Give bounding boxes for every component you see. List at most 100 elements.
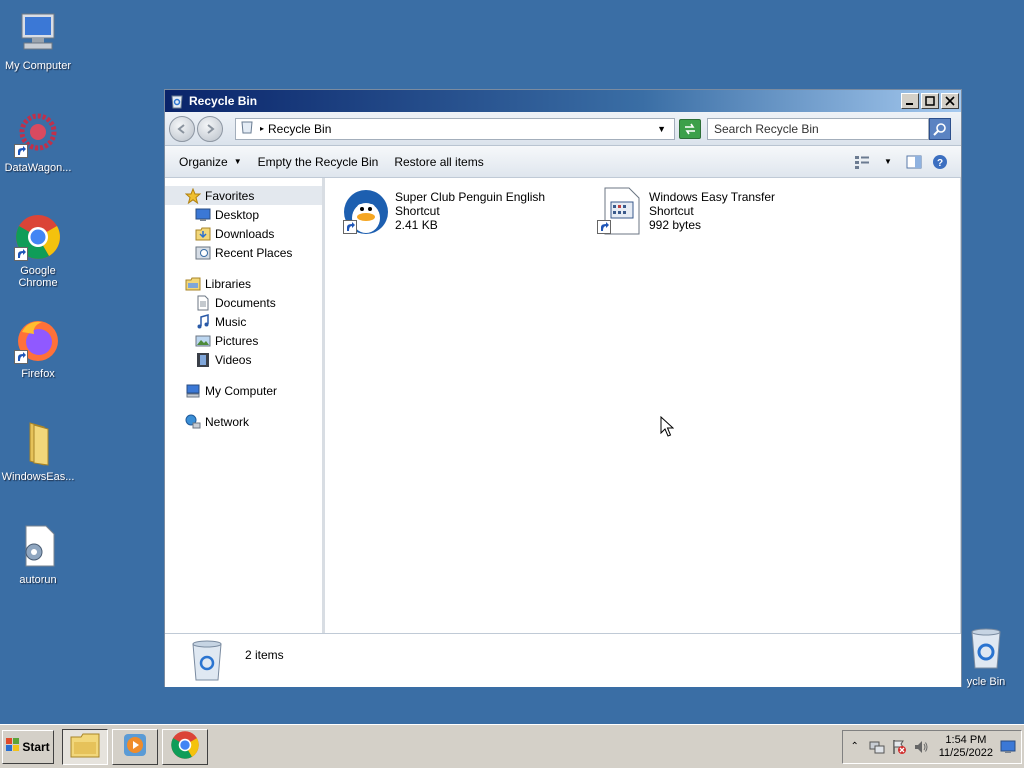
shortcut-arrow-icon	[14, 144, 28, 158]
folder-icon	[70, 732, 100, 761]
item-count: 2 items	[245, 648, 284, 662]
nav-item-label: Recent Places	[215, 245, 293, 260]
search-placeholder: Search Recycle Bin	[714, 121, 819, 136]
help-icon[interactable]: ?	[931, 153, 949, 171]
nav-network-label: Network	[205, 414, 250, 429]
start-button[interactable]: Start	[2, 729, 54, 764]
desktop-icon-label: My Computer	[4, 60, 72, 72]
star-icon	[184, 187, 202, 204]
desktop-icon-label: Firefox	[21, 368, 55, 380]
desktop-icon-my-computer[interactable]: My Computer	[0, 8, 76, 72]
chevron-down-icon[interactable]: ▼	[657, 124, 666, 134]
nav-item-pictures[interactable]: Pictures	[165, 331, 322, 350]
search-button[interactable]	[929, 117, 951, 140]
empty-recycle-bin-button[interactable]: Empty the Recycle Bin	[250, 151, 387, 173]
address-field[interactable]: ▸ Recycle Bin ▼	[235, 117, 675, 140]
restore-all-items-button[interactable]: Restore all items	[386, 151, 491, 173]
desktop-icon-windows-easy-transfer-folder[interactable]: WindowsEas...	[0, 419, 76, 483]
back-button[interactable]	[169, 115, 195, 142]
file-type: Shortcut	[395, 204, 440, 218]
show-hidden-icons-button[interactable]: ⌃	[847, 739, 863, 755]
mouse-cursor-icon	[660, 415, 675, 438]
shortcut-arrow-icon	[14, 247, 28, 261]
search-icon	[933, 122, 946, 136]
pictures-icon	[195, 333, 211, 349]
recycle-bin-icon	[240, 120, 254, 137]
nav-item-label: Desktop	[215, 207, 260, 222]
file-item-super-club-penguin[interactable]: Super Club Penguin English Shortcut 2.41…	[341, 186, 545, 236]
empty-recycle-bin-label: Empty the Recycle Bin	[257, 154, 379, 169]
view-options-icon[interactable]	[853, 153, 871, 171]
nav-item-videos[interactable]: Videos	[165, 350, 322, 369]
nav-network[interactable]: Network	[165, 412, 322, 431]
search-input[interactable]: Search Recycle Bin	[707, 117, 929, 140]
recycle-bin-window: Recycle Bin ▸ Recycle Bin ▼ Search Recyc…	[164, 89, 962, 687]
command-bar: Organize ▼ Empty the Recycle Bin Restore…	[165, 146, 961, 178]
nav-libraries[interactable]: Libraries	[165, 274, 322, 293]
refresh-button[interactable]	[679, 118, 701, 139]
organize-label: Organize	[179, 154, 228, 169]
settings-file-icon	[14, 522, 62, 570]
shortcut-arrow-icon	[597, 220, 611, 234]
file-list: Super Club Penguin English Shortcut 2.41…	[325, 178, 961, 633]
clock-date: 11/25/2022	[938, 746, 993, 759]
folder-icon	[14, 419, 62, 467]
nav-item-documents[interactable]: Documents	[165, 293, 322, 312]
action-center-icon[interactable]	[891, 739, 907, 755]
file-type: Shortcut	[649, 204, 694, 218]
preview-pane-icon[interactable]	[905, 153, 923, 171]
media-player-icon	[122, 732, 148, 761]
chevron-down-icon[interactable]: ▼	[879, 153, 897, 171]
breadcrumb[interactable]: Recycle Bin	[268, 122, 657, 136]
start-label: Start	[22, 739, 50, 754]
desktop-icon-label: WindowsEas...	[1, 471, 75, 483]
desktop-icon-label: Google Chrome	[18, 265, 58, 289]
maximize-button[interactable]	[921, 93, 939, 109]
taskbar-chrome-button[interactable]	[162, 728, 208, 765]
penguin-icon	[341, 186, 391, 236]
title-bar[interactable]: Recycle Bin	[165, 90, 961, 112]
volume-icon[interactable]	[913, 739, 929, 755]
desktop-icon-firefox[interactable]: Firefox	[0, 316, 76, 380]
my-computer-icon	[185, 383, 201, 399]
breadcrumb-arrow-icon[interactable]: ▸	[260, 124, 264, 133]
nav-my-computer[interactable]: My Computer	[165, 381, 322, 400]
windows-logo-icon	[6, 738, 20, 755]
taskbar-media-player-button[interactable]	[112, 728, 158, 765]
network-icon	[185, 414, 201, 430]
svg-text:?: ?	[937, 158, 943, 169]
nav-item-music[interactable]: Music	[165, 312, 322, 331]
nav-item-downloads[interactable]: Downloads	[165, 224, 322, 243]
nav-item-desktop[interactable]: Desktop	[165, 205, 322, 224]
nav-favorites-label: Favorites	[205, 188, 255, 203]
nav-item-recent-places[interactable]: Recent Places	[165, 243, 322, 262]
file-name: Super Club Penguin English	[395, 190, 546, 204]
organize-button[interactable]: Organize ▼	[171, 151, 250, 173]
nav-item-label: Pictures	[215, 333, 259, 348]
videos-icon	[195, 352, 211, 368]
desktop-icon-google-chrome[interactable]: Google Chrome	[0, 213, 76, 289]
chrome-icon	[170, 730, 200, 763]
minimize-button[interactable]	[901, 93, 919, 109]
documents-icon	[195, 295, 211, 311]
show-desktop-button[interactable]	[999, 739, 1017, 755]
libraries-icon	[185, 276, 201, 292]
nav-my-computer-label: My Computer	[205, 383, 278, 398]
recycle-bin-icon	[962, 624, 1010, 672]
desktop-icon-autorun[interactable]: autorun	[0, 522, 76, 586]
network-tray-icon[interactable]	[869, 739, 885, 755]
clock[interactable]: 1:54 PM 11/25/2022	[939, 734, 993, 760]
nav-libraries-label: Libraries	[205, 276, 252, 291]
close-button[interactable]	[941, 93, 959, 109]
taskbar: Start ⌃ 1:54 PM 11/25/2022	[0, 724, 1024, 768]
nav-item-label: Documents	[215, 295, 276, 310]
music-icon	[195, 313, 211, 330]
taskbar-explorer-button[interactable]	[62, 728, 108, 765]
chevron-down-icon: ▼	[233, 157, 242, 166]
nav-favorites[interactable]: Favorites	[165, 186, 322, 205]
file-item-windows-easy-transfer[interactable]: Windows Easy Transfer Shortcut 992 bytes	[595, 186, 775, 236]
desktop-icon-datawagon[interactable]: DataWagon...	[0, 110, 76, 174]
forward-button[interactable]	[197, 115, 223, 142]
clock-time: 1:54 PM	[945, 733, 987, 746]
recycle-bin-icon	[189, 638, 225, 685]
